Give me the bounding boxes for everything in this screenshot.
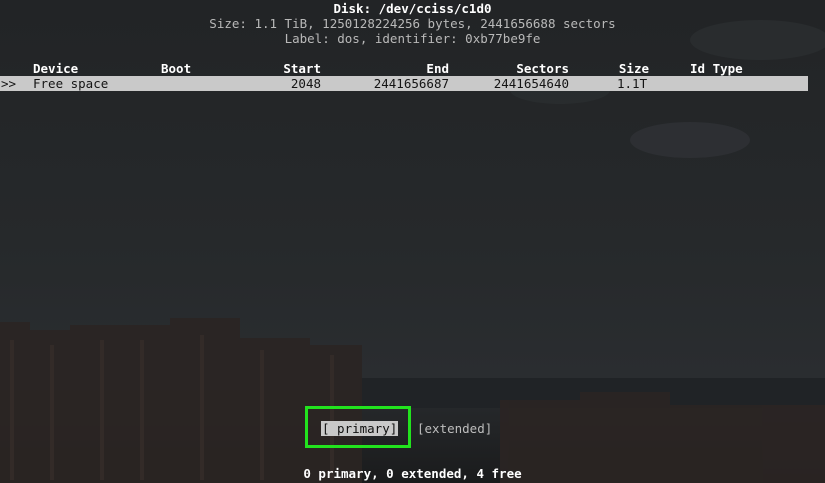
disk-label-line: Label: dos, identifier: 0xb77be9fe (284, 31, 541, 46)
row-selection-marker: >> (1, 76, 17, 91)
header-boot: Boot (161, 61, 192, 76)
row-end: 2441656687 (373, 76, 449, 91)
status-line: 0 primary, 0 extended, 4 free (303, 466, 522, 481)
disk-size-line: Size: 1.1 TiB, 1250128224256 bytes, 2441… (209, 16, 616, 31)
header-id-type: Id Type (690, 61, 743, 76)
header-sectors: Sectors (516, 61, 569, 76)
table-header: Device Boot Start End Sectors Size Id Ty… (0, 61, 825, 76)
header-start: Start (283, 61, 321, 76)
table-row[interactable]: >> Free space 2048 2441656687 2441654640… (0, 76, 808, 91)
row-device: Free space (33, 76, 109, 91)
header-device: Device (33, 61, 79, 76)
extended-button[interactable]: [extended] (417, 421, 492, 436)
disk-title: Disk: /dev/cciss/c1d0 (333, 1, 492, 16)
row-sectors: 2441654640 (493, 76, 569, 91)
row-size: 1.1T (617, 76, 648, 91)
row-start: 2048 (290, 76, 321, 91)
header-size: Size (618, 61, 649, 76)
primary-button[interactable]: [ primary] (321, 421, 399, 436)
header-end: End (426, 61, 449, 76)
